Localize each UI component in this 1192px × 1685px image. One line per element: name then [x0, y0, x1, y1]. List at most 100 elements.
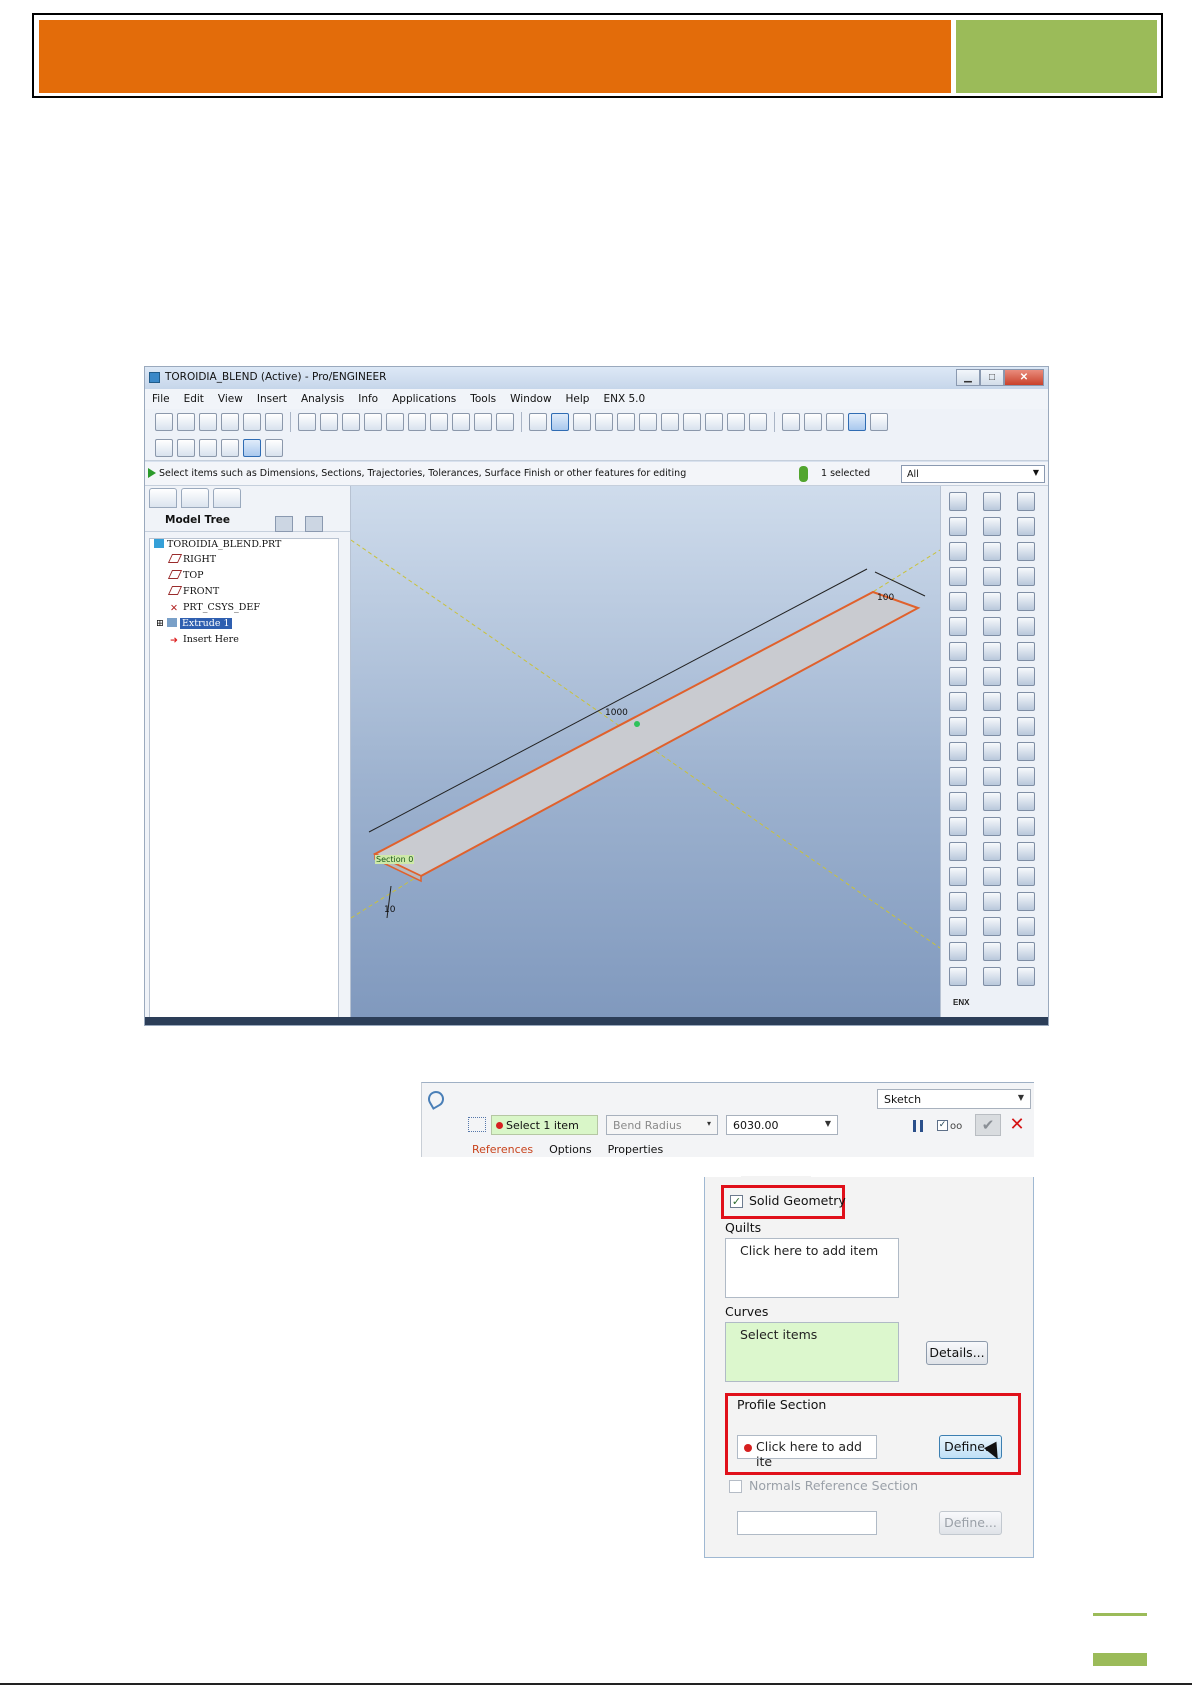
shading-icon[interactable]	[848, 413, 866, 431]
ok-button[interactable]: ✔	[975, 1114, 1001, 1136]
tool-icon[interactable]	[983, 892, 1001, 911]
tool-icon[interactable]	[983, 867, 1001, 886]
menu-info[interactable]: Info	[351, 389, 385, 409]
enx-label[interactable]: ENX	[953, 998, 969, 1007]
tool-icon[interactable]	[949, 942, 967, 961]
tool-icon[interactable]	[983, 742, 1001, 761]
tool-icon[interactable]	[949, 592, 967, 611]
tree-settings-icon[interactable]	[275, 516, 293, 532]
tool-icon[interactable]	[1017, 967, 1035, 986]
solid-geometry-checkbox[interactable]: ✓	[730, 1195, 743, 1208]
repaint-icon[interactable]	[529, 413, 547, 431]
tool-icon[interactable]	[949, 917, 967, 936]
context-help-icon[interactable]	[265, 438, 283, 457]
tool-icon[interactable]	[949, 792, 967, 811]
redo-icon[interactable]	[320, 413, 338, 431]
cancel-button[interactable]: ✕	[1006, 1115, 1028, 1137]
menu-enx[interactable]: ENX 5.0	[596, 389, 652, 409]
tree-item-front[interactable]: FRONT	[167, 586, 219, 601]
paste-icon[interactable]	[386, 413, 404, 431]
length-dimension[interactable]: 1000	[605, 708, 628, 718]
menu-window[interactable]: Window	[503, 389, 558, 409]
tool-icon[interactable]	[983, 592, 1001, 611]
tool-icon[interactable]	[1017, 517, 1035, 536]
spin-center-icon[interactable]	[573, 413, 591, 431]
tool-icon[interactable]	[949, 817, 967, 836]
tool-icon[interactable]	[1017, 642, 1035, 661]
bend-radius-dropdown[interactable]: Bend Radius ▾	[606, 1115, 718, 1135]
tool-icon[interactable]	[949, 692, 967, 711]
menu-tools[interactable]: Tools	[463, 389, 503, 409]
reorient-icon[interactable]	[683, 413, 701, 431]
mode-dropdown[interactable]: Sketch ▼	[877, 1089, 1031, 1109]
tool-icon[interactable]	[983, 617, 1001, 636]
tool-icon[interactable]	[983, 842, 1001, 861]
tree-item-extrude[interactable]: ⊞ Extrude 1	[156, 618, 232, 633]
tool-icon[interactable]	[1017, 942, 1035, 961]
tool-icon[interactable]	[1017, 717, 1035, 736]
tree-item-part[interactable]: TOROIDIA_BLEND.PRT	[154, 539, 281, 554]
tool-icon[interactable]	[1017, 742, 1035, 761]
tab-model-tree[interactable]	[149, 488, 177, 508]
tool-icon[interactable]	[983, 792, 1001, 811]
tool-icon[interactable]	[983, 942, 1001, 961]
tool-icon[interactable]	[1017, 667, 1035, 686]
datum-plane-display-icon[interactable]	[155, 438, 173, 457]
maximize-button[interactable]: □	[980, 369, 1004, 386]
tool-icon[interactable]	[1017, 842, 1035, 861]
tool-icon[interactable]	[949, 667, 967, 686]
quilts-collector[interactable]: Click here to add item	[725, 1238, 899, 1298]
thickness-dimension[interactable]: 10	[384, 905, 395, 915]
tool-icon[interactable]	[1017, 542, 1035, 561]
cut-icon[interactable]	[342, 413, 360, 431]
tool-icon[interactable]	[983, 692, 1001, 711]
datum-axis-display-icon[interactable]	[177, 438, 195, 457]
tool-icon[interactable]	[983, 667, 1001, 686]
tool-icon[interactable]	[949, 967, 967, 986]
normals-define-button[interactable]: Define...	[939, 1511, 1002, 1535]
tool-icon[interactable]	[983, 817, 1001, 836]
menu-file[interactable]: File	[145, 389, 177, 409]
tool-icon[interactable]	[949, 492, 967, 511]
copy-icon[interactable]	[364, 413, 382, 431]
tool-icon[interactable]	[983, 717, 1001, 736]
tool-icon[interactable]	[1017, 792, 1035, 811]
enhanced-realism-icon[interactable]	[870, 413, 888, 431]
tool-icon[interactable]	[1017, 492, 1035, 511]
tool-icon[interactable]	[949, 892, 967, 911]
curves-collector[interactable]: Select items	[725, 1322, 899, 1382]
refit-icon[interactable]	[661, 413, 679, 431]
tool-icon[interactable]	[949, 617, 967, 636]
orient-mode-icon[interactable]	[551, 413, 569, 431]
tool-icon[interactable]	[983, 567, 1001, 586]
expand-icon[interactable]: ⊞	[156, 618, 164, 629]
menu-view[interactable]: View	[211, 389, 250, 409]
tree-item-right[interactable]: RIGHT	[167, 554, 216, 569]
menu-applications[interactable]: Applications	[385, 389, 463, 409]
tab-options[interactable]: Options	[549, 1143, 591, 1156]
tool-icon[interactable]	[1017, 617, 1035, 636]
tab-favorites[interactable]	[213, 488, 241, 508]
tree-item-top[interactable]: TOP	[167, 570, 204, 585]
tool-icon[interactable]	[983, 642, 1001, 661]
tool-icon[interactable]	[949, 567, 967, 586]
tool-icon[interactable]	[1017, 917, 1035, 936]
new-file-icon[interactable]	[155, 413, 173, 431]
save-icon[interactable]	[199, 413, 217, 431]
menu-insert[interactable]: Insert	[250, 389, 294, 409]
print-icon[interactable]	[221, 413, 239, 431]
no-hidden-icon[interactable]	[826, 413, 844, 431]
hidden-line-icon[interactable]	[804, 413, 822, 431]
normals-reference-checkbox[interactable]	[729, 1480, 742, 1493]
find-icon[interactable]	[474, 413, 492, 431]
tool-icon[interactable]	[949, 542, 967, 561]
tool-icon[interactable]	[949, 742, 967, 761]
tab-folder-browser[interactable]	[181, 488, 209, 508]
annotation-display-icon[interactable]	[243, 438, 261, 457]
tool-icon[interactable]	[949, 867, 967, 886]
saved-views-icon[interactable]	[705, 413, 723, 431]
radius-value-input[interactable]: 6030.00 ▼	[726, 1115, 838, 1135]
tab-properties[interactable]: Properties	[608, 1143, 664, 1156]
preview-checkbox[interactable]: ✓	[937, 1120, 948, 1131]
glasses-icon[interactable]: oo	[950, 1121, 962, 1132]
